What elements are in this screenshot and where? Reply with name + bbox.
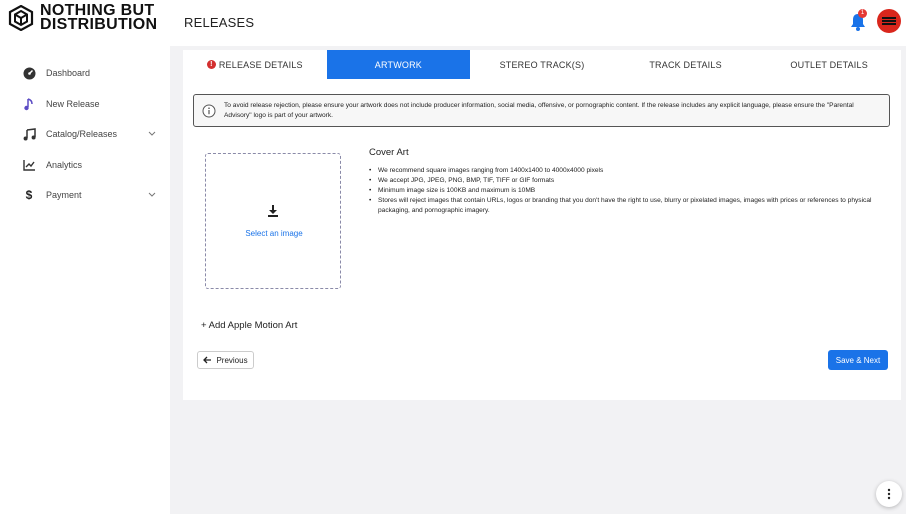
sidebar-item-dashboard[interactable]: Dashboard — [22, 63, 162, 83]
list-item: We accept JPG, JPEG, PNG, BMP, TIF, TIFF… — [369, 176, 889, 186]
avatar-logo-icon — [882, 17, 896, 25]
list-item: We recommend square images ranging from … — [369, 166, 889, 176]
sidebar-item-new-release[interactable]: New Release — [22, 94, 162, 114]
cover-art-requirements: We recommend square images ranging from … — [369, 166, 889, 216]
notice-text: To avoid release rejection, please ensur… — [224, 101, 854, 119]
sidebar-item-payment[interactable]: $ Payment — [22, 185, 162, 205]
dollar-icon: $ — [25, 188, 33, 202]
more-vertical-icon — [887, 488, 891, 500]
chart-icon — [22, 158, 36, 172]
add-apple-motion-art-link[interactable]: + Add Apple Motion Art — [201, 320, 297, 331]
tab-label: OUTLET DETAILS — [790, 59, 868, 70]
select-image-link[interactable]: Select an image — [206, 229, 342, 238]
sidebar-item-label: Catalog/Releases — [46, 129, 118, 139]
arrow-left-icon — [203, 356, 212, 364]
tab-label: TRACK DETAILS — [649, 59, 722, 70]
sidebar-item-label: Analytics — [46, 160, 83, 170]
previous-label: Previous — [216, 355, 248, 365]
chevron-down-icon[interactable] — [148, 129, 156, 137]
brand-logo[interactable]: NOTHING BUT DISTRIBUTION — [8, 3, 158, 33]
tab-label: ARTWORK — [374, 59, 423, 70]
sidebar-item-catalog-releases[interactable]: Catalog/Releases — [22, 124, 162, 144]
tab-artwork[interactable]: ARTWORK — [326, 50, 471, 79]
warning-icon: ! — [206, 60, 216, 69]
tab-stereo-tracks[interactable]: STEREO TRACK(S) — [470, 50, 614, 79]
release-form-card: ! RELEASE DETAILS ARTWORK STEREO TRACK(S… — [183, 50, 901, 400]
info-icon — [202, 104, 216, 118]
brand-line-2: DISTRIBUTION — [40, 16, 158, 33]
sidebar-item-label: Dashboard — [46, 68, 91, 78]
list-item: Minimum image size is 100KB and maximum … — [369, 186, 889, 196]
chevron-down-icon[interactable] — [148, 190, 156, 198]
logo-mark-icon — [8, 5, 34, 31]
cover-art-title: Cover Art — [369, 147, 409, 158]
tab-label: STEREO TRACK(S) — [499, 59, 585, 70]
notification-badge: 1 — [858, 9, 867, 18]
previous-button[interactable]: Previous — [197, 351, 254, 369]
music-note-icon — [22, 97, 36, 111]
sidebar-item-label: Payment — [46, 190, 82, 200]
top-header: NOTHING BUT DISTRIBUTION RELEASES 1 — [0, 0, 906, 46]
download-icon — [268, 205, 278, 217]
page-title: RELEASES — [184, 15, 255, 30]
dashboard-icon — [22, 66, 36, 80]
sidebar-item-label: New Release — [46, 99, 100, 109]
list-item: Stores will reject images that contain U… — [369, 196, 889, 216]
tab-release-details[interactable]: ! RELEASE DETAILS — [183, 50, 327, 79]
sidebar: Dashboard New Release Catalog/Releases A… — [0, 46, 170, 514]
sidebar-item-analytics[interactable]: Analytics — [22, 155, 162, 175]
tab-label: RELEASE DETAILS — [218, 59, 303, 70]
music-notes-icon — [22, 127, 36, 141]
avatar[interactable] — [877, 9, 901, 33]
save-next-button[interactable]: Save & Next — [828, 350, 888, 370]
more-options-button[interactable] — [876, 481, 902, 507]
tab-outlet-details[interactable]: OUTLET DETAILS — [757, 50, 901, 79]
image-dropzone[interactable]: Select an image — [205, 153, 341, 289]
step-tabs: ! RELEASE DETAILS ARTWORK STEREO TRACK(S… — [183, 50, 901, 79]
artwork-notice: To avoid release rejection, please ensur… — [193, 94, 890, 127]
tab-track-details[interactable]: TRACK DETAILS — [614, 50, 758, 79]
brand-name: NOTHING BUT DISTRIBUTION — [40, 3, 158, 33]
